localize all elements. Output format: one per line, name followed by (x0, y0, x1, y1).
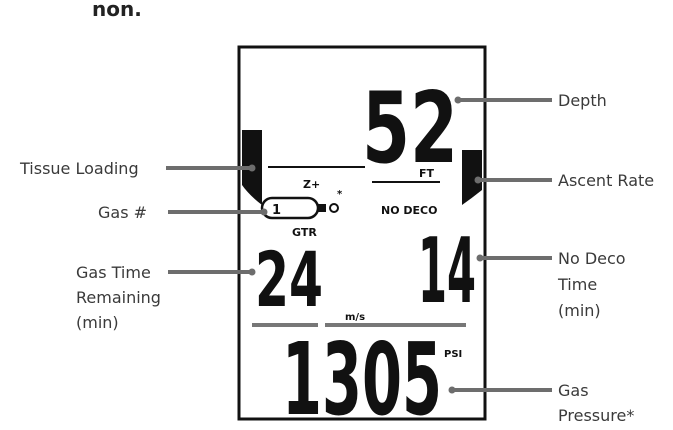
callout-ndl-line3: (min) (558, 301, 601, 320)
callout-ascent-rate: Ascent Rate (558, 171, 654, 190)
callout-gtr-line3: (min) (76, 313, 119, 332)
callout-gtr-line1: Gas Time (76, 263, 151, 282)
depth-unit: FT (419, 167, 435, 180)
dive-computer-diagram: non. 52 FT Z+ 1 * NO DECO GTR 24 14 m/s … (19, 0, 654, 430)
callout-depth: Depth (558, 91, 607, 110)
gas-mode-label: Z+ (303, 178, 320, 191)
gtr-value: 24 (255, 235, 323, 324)
callout-pressure-line1: Gas (558, 381, 589, 400)
callout-gtr-line2: Remaining (76, 288, 161, 307)
callout-ndl-line1: No Deco (558, 249, 626, 268)
callout-ndl-line2: Time (557, 275, 597, 294)
callout-pressure-line2: Pressure* (558, 406, 634, 425)
leader-no-deco (476, 254, 552, 262)
no-deco-label: NO DECO (381, 204, 437, 217)
callout-gas-number: Gas # (98, 203, 147, 222)
pressure-value: 1305 (282, 321, 442, 430)
pressure-unit: PSI (444, 349, 462, 360)
depth-value: 52 (362, 72, 458, 186)
gas-marker: * (337, 189, 343, 200)
heading-fragment: non. (92, 0, 142, 21)
callout-tissue-loading: Tissue Loading (19, 159, 139, 178)
gas-number: 1 (272, 203, 281, 218)
no-deco-value: 14 (418, 219, 476, 324)
